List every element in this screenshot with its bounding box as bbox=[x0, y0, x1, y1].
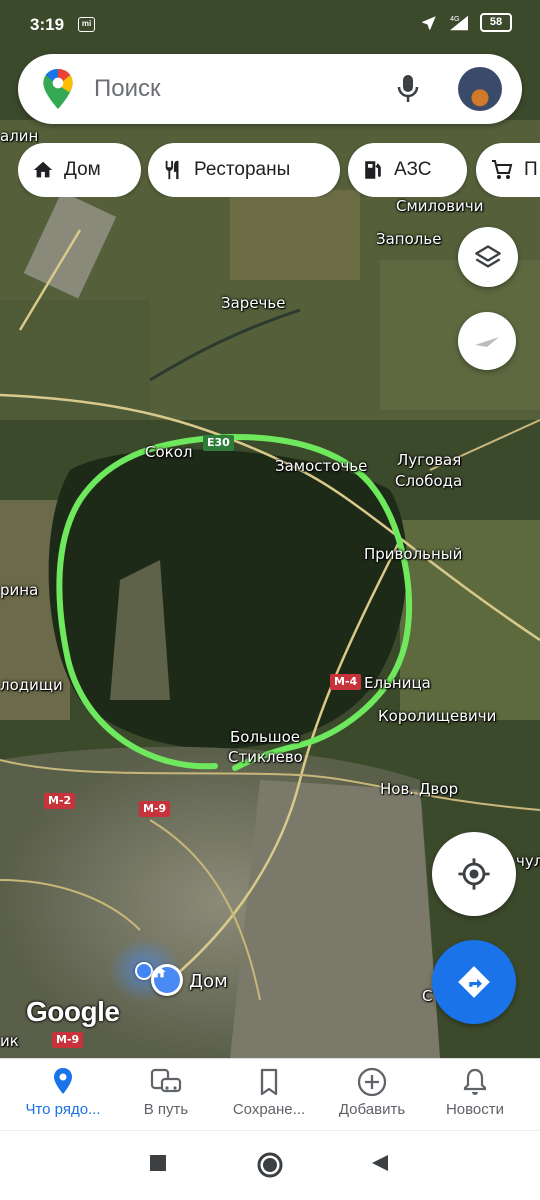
nav-updates[interactable]: Новости bbox=[421, 1067, 529, 1118]
nav-label: Сохране... bbox=[232, 1101, 306, 1118]
google-logo: Google bbox=[26, 996, 120, 1027]
location-arrow-icon bbox=[422, 15, 436, 30]
status-time: 3:19 bbox=[30, 15, 65, 34]
chip-shopping[interactable]: П bbox=[476, 143, 540, 197]
place-label[interactable]: С bbox=[422, 988, 432, 1005]
svg-text:4G: 4G bbox=[450, 14, 460, 23]
place-label[interactable]: Луговая bbox=[397, 452, 461, 469]
place-label[interactable]: лодищи bbox=[0, 677, 63, 694]
place-label[interactable]: Королищевичи bbox=[378, 708, 496, 725]
home-icon bbox=[33, 161, 53, 178]
bell-icon bbox=[463, 1068, 487, 1095]
place-label[interactable]: Ельница bbox=[364, 675, 431, 692]
explore-pin-icon bbox=[54, 1068, 72, 1094]
place-label[interactable]: ик bbox=[0, 1033, 19, 1050]
place-label[interactable]: Слобода bbox=[395, 473, 462, 490]
place-label[interactable]: Смиловичи bbox=[396, 198, 484, 215]
commute-icon bbox=[150, 1068, 182, 1093]
google-maps-logo-icon bbox=[43, 69, 73, 109]
compass-button[interactable] bbox=[458, 312, 516, 370]
place-label[interactable]: рина bbox=[0, 582, 38, 599]
chip-restaurants[interactable]: Рестораны bbox=[148, 143, 340, 197]
recent-apps-icon[interactable] bbox=[148, 1153, 168, 1173]
place-label[interactable]: Сокол bbox=[145, 444, 192, 461]
road-shield: M-9 bbox=[52, 1032, 84, 1048]
microphone-icon[interactable] bbox=[396, 74, 420, 104]
layers-button[interactable] bbox=[458, 227, 518, 287]
my-location-button[interactable] bbox=[432, 832, 516, 916]
nav-explore[interactable]: Что рядо... bbox=[9, 1067, 117, 1118]
search-bar[interactable]: Поиск bbox=[18, 54, 522, 124]
search-input[interactable]: Поиск bbox=[94, 75, 161, 103]
chip-home[interactable]: Дом bbox=[18, 143, 141, 197]
home-pin[interactable] bbox=[151, 964, 183, 996]
chip-label: Рестораны bbox=[194, 159, 291, 180]
bottom-navigation: Что рядо... В путь Сохране... Добавить Н… bbox=[0, 1058, 540, 1130]
gas-station-icon bbox=[365, 161, 381, 179]
home-icon bbox=[152, 966, 166, 978]
battery-icon: 58 bbox=[480, 13, 512, 32]
back-icon[interactable] bbox=[370, 1153, 390, 1173]
chip-gas-stations[interactable]: АЗС bbox=[348, 143, 467, 197]
directions-icon bbox=[458, 966, 490, 998]
place-label[interactable]: Заполье bbox=[376, 231, 441, 248]
nav-label: В путь bbox=[143, 1101, 189, 1118]
nav-commute[interactable]: В путь bbox=[112, 1067, 220, 1118]
nav-saved[interactable]: Сохране... bbox=[215, 1067, 323, 1118]
system-icons: 4G 58 bbox=[420, 13, 512, 32]
home-button-icon[interactable] bbox=[256, 1151, 284, 1179]
nav-contribute[interactable]: Добавить bbox=[318, 1067, 426, 1118]
place-label[interactable]: Нов. Двор bbox=[380, 781, 458, 798]
place-label[interactable]: Заречье bbox=[221, 295, 286, 312]
account-avatar[interactable] bbox=[458, 67, 502, 111]
nav-label: Что рядо... bbox=[25, 1101, 101, 1118]
signal-4g-icon: 4G bbox=[450, 14, 468, 30]
place-label[interactable]: Привольный bbox=[364, 546, 462, 563]
layers-icon bbox=[475, 245, 501, 268]
restaurant-icon bbox=[165, 160, 179, 180]
chip-label: АЗС bbox=[394, 159, 432, 180]
place-label[interactable]: Большое bbox=[230, 729, 300, 746]
directions-button[interactable] bbox=[432, 940, 516, 1024]
road-shield: M-2 bbox=[44, 793, 76, 809]
home-label: Дом bbox=[189, 971, 228, 992]
road-shield: M-4 bbox=[330, 674, 362, 690]
crosshair-location-icon bbox=[458, 858, 490, 890]
chip-label: П bbox=[524, 159, 538, 180]
bookmark-icon bbox=[260, 1068, 278, 1096]
status-bar: 3:19 mi 4G 58 bbox=[0, 0, 540, 50]
nav-label: Добавить bbox=[338, 1101, 406, 1118]
compass-icon bbox=[475, 337, 499, 347]
mi-notification-icon: mi bbox=[78, 17, 95, 32]
add-circle-icon bbox=[357, 1067, 387, 1097]
road-shield: M-9 bbox=[139, 801, 171, 817]
place-label[interactable]: чул bbox=[516, 853, 540, 870]
chip-label: Дом bbox=[64, 159, 101, 180]
category-chips: Дом Рестораны АЗС П bbox=[18, 143, 540, 197]
place-label[interactable]: Замосточье bbox=[275, 458, 367, 475]
place-label[interactable]: Стиклево bbox=[228, 749, 303, 766]
road-shield: E30 bbox=[203, 435, 234, 451]
system-navigation-bar bbox=[0, 1130, 540, 1200]
home-pin-inner bbox=[152, 966, 180, 993]
shopping-cart-icon bbox=[492, 160, 513, 179]
nav-label: Новости bbox=[445, 1101, 505, 1118]
